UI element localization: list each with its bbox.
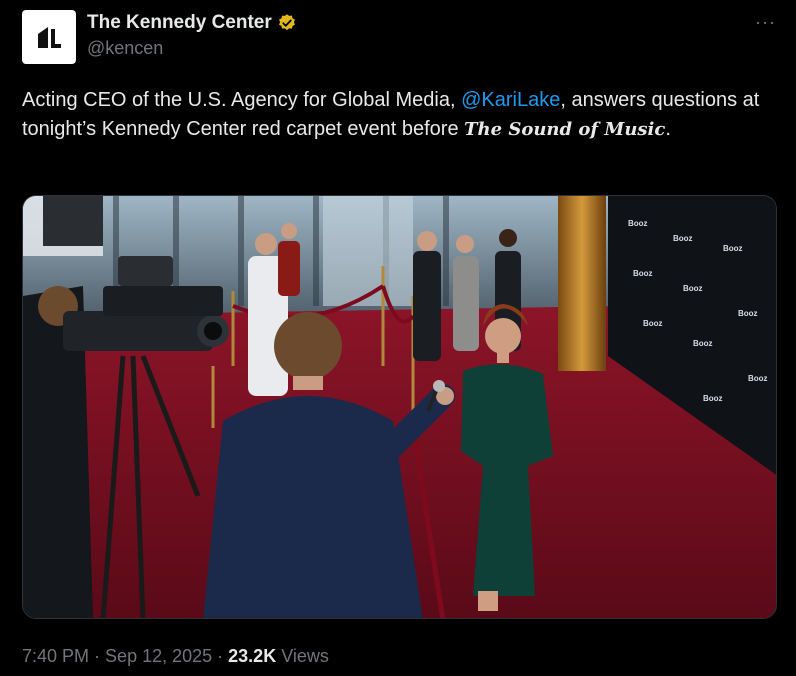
views-count[interactable]: 23.2K [228,646,276,667]
tweet-meta: 7:40 PM · Sep 12, 2025 · 23.2K Views [22,646,329,667]
svg-text:Booz: Booz [643,319,663,328]
svg-text:Booz: Booz [748,374,768,383]
tweet-text: Acting CEO of the U.S. Agency for Global… [22,86,782,144]
mention-link[interactable]: @KariLake [461,89,560,111]
meta-separator: · [94,646,101,666]
tweet-text-part1: Acting CEO of the U.S. Agency for Global… [22,89,462,111]
svg-text:Booz: Booz [738,309,758,318]
more-options-icon[interactable]: ··· [755,12,776,33]
svg-text:Booz: Booz [628,219,648,228]
red-carpet-photo: Booz Booz Booz Booz Booz Booz Booz Booz … [23,196,776,618]
author-name-row: The Kennedy Center [87,12,297,34]
tweet-photo[interactable]: Booz Booz Booz Booz Booz Booz Booz Booz … [22,195,777,619]
avatar[interactable] [22,10,76,64]
show-title: The Sound of Music [464,119,666,140]
kennedy-center-logo-icon [38,27,61,48]
svg-text:Booz: Booz [693,339,713,348]
svg-text:Booz: Booz [633,269,653,278]
svg-text:Booz: Booz [723,244,743,253]
svg-text:Booz: Booz [703,394,723,403]
svg-text:Booz: Booz [683,284,703,293]
tweet-date[interactable]: Sep 12, 2025 [105,646,212,667]
tweet-text-part3: . [665,118,671,140]
views-label: Views [281,646,329,666]
author-display-name[interactable]: The Kennedy Center [87,12,272,34]
tweet-time[interactable]: 7:40 PM [22,646,89,667]
meta-separator-2: · [217,646,224,666]
author-handle[interactable]: @kencen [87,38,163,59]
svg-text:Booz: Booz [673,234,693,243]
verified-badge-icon [278,14,295,31]
